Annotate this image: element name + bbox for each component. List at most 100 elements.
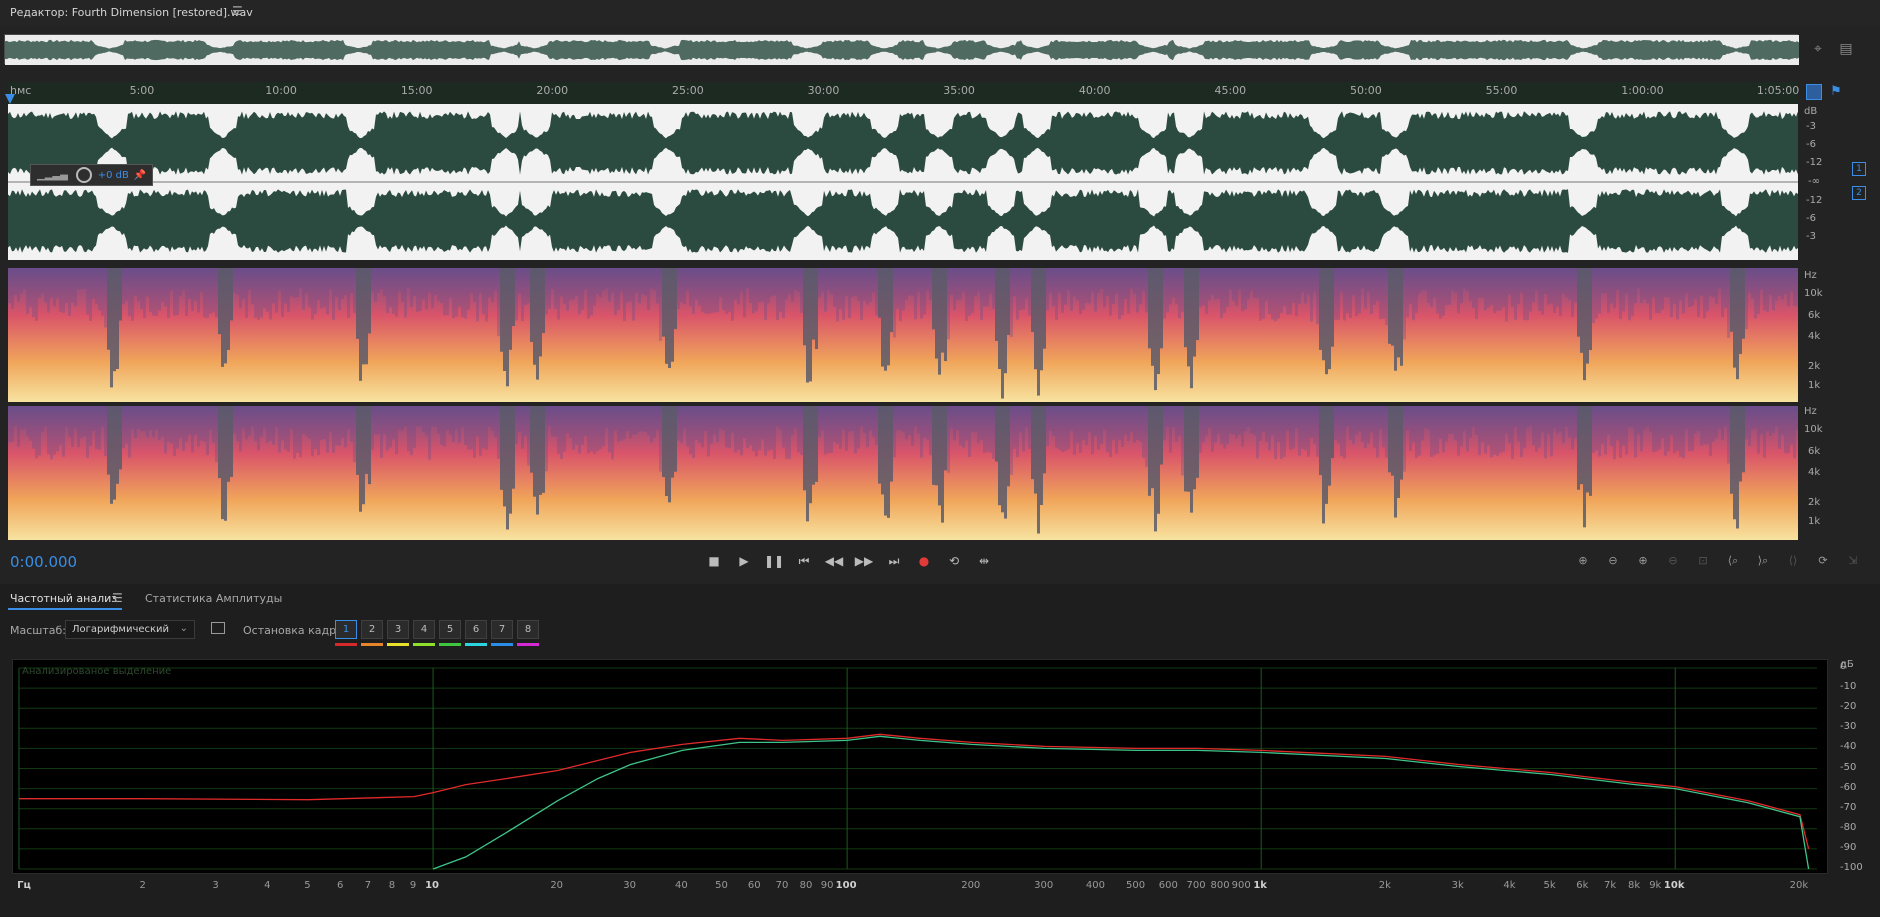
spectrum-column (458, 268, 461, 307)
pause-icon[interactable]: ❚❚ (763, 551, 785, 571)
freeze-frame-1-button[interactable]: 1 (335, 620, 357, 639)
marker-icon[interactable]: ⚑ (1828, 84, 1844, 100)
spectrum-column (1211, 268, 1214, 295)
snap-icon[interactable] (1806, 84, 1822, 100)
skip-to-end-icon[interactable]: ⏭ (883, 551, 905, 571)
spectrum-column (248, 268, 251, 290)
channel-1-toggle[interactable]: 1 (1852, 162, 1866, 176)
freeze-frame-5-button[interactable]: 5 (439, 620, 461, 639)
zoom-selection-icon[interactable]: ⊡ (1692, 551, 1714, 571)
spectrum-column (1685, 268, 1688, 294)
spectrum-column (383, 268, 386, 297)
spectrum-column (38, 406, 41, 456)
spectrum-column (641, 406, 644, 432)
spectrum-column (533, 268, 536, 365)
waveform-display[interactable] (8, 104, 1798, 260)
zoom-full-icon[interactable]: ⟨⟩ (1782, 551, 1804, 571)
channel-2-toggle[interactable]: 2 (1852, 186, 1866, 200)
skip-to-start-icon[interactable]: ⏮ (793, 551, 815, 571)
zoom-out-point-icon[interactable]: ⟩⌕ (1752, 551, 1774, 571)
spectrum-column (53, 406, 56, 455)
freeze-frame-7-button[interactable]: 7 (491, 620, 513, 639)
playhead-marker[interactable] (5, 94, 15, 104)
spectrum-column (683, 406, 686, 429)
spectrum-column (971, 268, 974, 314)
tab-amplitude-statistics[interactable]: Статистика Амплитуды (145, 592, 282, 605)
scale-dropdown[interactable]: Логарифмический ⌄ (65, 620, 195, 639)
stop-icon[interactable]: ■ (703, 551, 725, 571)
overview-waveform[interactable] (4, 34, 1799, 65)
spectrum-column (992, 406, 995, 459)
freq-tick-label: 7k (1604, 880, 1617, 891)
spectrum-column (413, 268, 416, 296)
spectral-display-ch2[interactable] (8, 406, 1799, 540)
selection-frame-icon[interactable] (211, 622, 225, 634)
spectrum-column (1385, 268, 1388, 326)
layout-icon[interactable]: ▤ (1836, 40, 1856, 58)
spectrum-column (779, 268, 782, 312)
freq-tick-label: 800 (1210, 880, 1230, 891)
fast-forward-icon[interactable]: ▶▶ (853, 551, 875, 571)
freq-tick-label: 30 (623, 880, 636, 891)
zoom-out-time-icon[interactable]: ⊖ (1662, 551, 1684, 571)
zoom-in-point-icon[interactable]: ⟨⌕ (1722, 551, 1744, 571)
spectrum-column (548, 406, 551, 427)
tab-frequency-analysis[interactable]: Частотный анализ (10, 592, 117, 605)
spectrum-column (1169, 406, 1172, 453)
spectrum-column (1433, 268, 1436, 299)
zoom-fit-icon[interactable]: ⇲ (1842, 551, 1864, 571)
time-ruler[interactable]: hмс 5:00 10:00 15:00 20:00 25:00 30:00 35:00 40… (5, 82, 1799, 104)
spectrum-column (1025, 268, 1028, 299)
spectrum-column (839, 406, 842, 449)
spectrum-column (1037, 268, 1040, 396)
spectrum-column (488, 268, 491, 298)
loop-icon[interactable]: ⟲ (943, 551, 965, 571)
spectrum-column (938, 406, 941, 506)
play-icon[interactable]: ▶ (733, 551, 755, 571)
spectrum-column (1052, 406, 1055, 437)
ruler-tick-label: 30:00 (807, 84, 840, 97)
spectrum-column (722, 406, 725, 431)
spectrum-column (935, 406, 938, 486)
spectrum-column (1607, 406, 1610, 435)
zoom-reset-icon[interactable]: ⟳ (1812, 551, 1834, 571)
spectrum-column (1001, 268, 1004, 399)
spectrum-column (566, 406, 569, 434)
spectrum-column (608, 268, 611, 302)
hamburger-icon[interactable]: ☰ (232, 4, 243, 18)
freeze-frame-color (335, 643, 357, 646)
spectrum-column (767, 406, 770, 451)
skip-selection-icon[interactable]: ⇹ (973, 551, 995, 571)
spectrum-column (389, 268, 392, 308)
freeze-frame-4-button[interactable]: 4 (413, 620, 435, 639)
frequency-plot[interactable] (12, 659, 1828, 874)
freeze-frame-2-button[interactable]: 2 (361, 620, 383, 639)
zoom-in-time-icon[interactable]: ⊕ (1632, 551, 1654, 571)
freeze-frame-6-button[interactable]: 6 (465, 620, 487, 639)
spectrum-column (1010, 268, 1013, 337)
spectrum-column (764, 406, 767, 456)
spectrum-column (1178, 268, 1181, 319)
record-icon[interactable]: ● (913, 551, 935, 571)
volume-knob[interactable] (75, 167, 92, 183)
spectrum-column (1775, 268, 1778, 301)
zoom-selection-icon[interactable]: ⌖ (1808, 40, 1828, 58)
pin-icon[interactable]: 📌 (134, 170, 146, 181)
freeze-frame-8-button[interactable]: 8 (517, 620, 539, 639)
zoom-out-amplitude-icon[interactable]: ⊖ (1602, 551, 1624, 571)
db-label: dB (1804, 106, 1818, 117)
spectrum-column (1154, 268, 1157, 391)
spectrum-column (629, 268, 632, 302)
spectrum-column (596, 268, 599, 295)
freeze-frame-3-button[interactable]: 3 (387, 620, 409, 639)
rewind-icon[interactable]: ◀◀ (823, 551, 845, 571)
panel-menu-icon[interactable]: ☰ (112, 591, 123, 605)
spectrum-column (56, 406, 59, 452)
zoom-in-amplitude-icon[interactable]: ⊕ (1572, 551, 1594, 571)
spectral-display-ch1[interactable] (8, 268, 1799, 402)
spectrum-column (86, 406, 89, 458)
spectrum-column (95, 268, 98, 305)
timecode-display[interactable]: 0:00.000 (10, 553, 77, 571)
hud-volume[interactable]: ▁▂▃▄ +0 dB 📌 (30, 164, 153, 186)
spectrum-column (1559, 406, 1562, 432)
